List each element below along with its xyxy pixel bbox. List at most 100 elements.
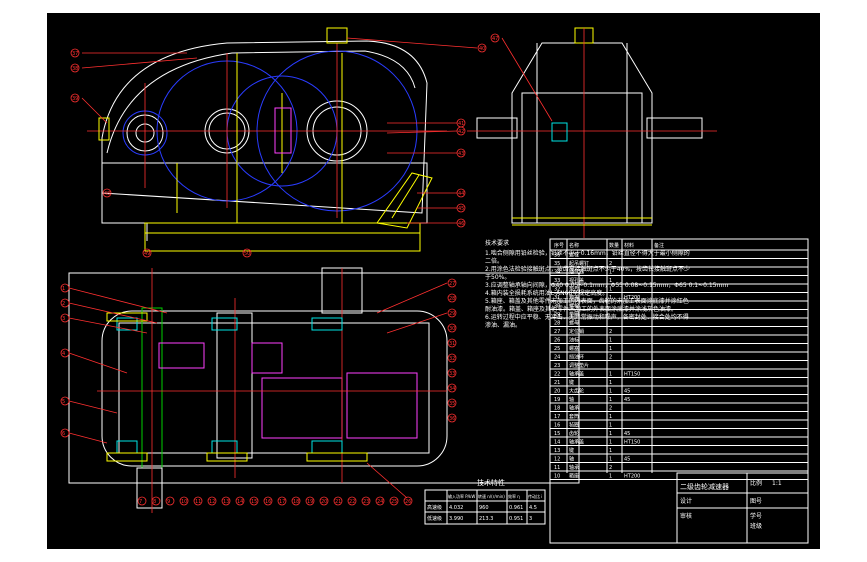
parts-cell: 螺塞 <box>569 345 579 352</box>
parts-cell: 螺栓 <box>569 252 579 259</box>
assembly-drawing: 37383940414243444546474849 50 1234567 8 9 10… <box>60 27 809 544</box>
parts-cell: 21 <box>554 380 560 386</box>
balloon-label-16: 16 <box>265 499 271 505</box>
parts-cell: 2 <box>609 329 612 335</box>
balloon-label-3: 3 <box>62 316 65 322</box>
parts-cell: 2 <box>609 406 612 412</box>
balloon-label-1: 1 <box>62 286 65 292</box>
balloon-label-44: 44 <box>458 191 464 197</box>
cad-canvas[interactable]: 37 38 39 40 41 42 43 44 45 46 47 48 49 50 1 2 3 4 5 6 7 8 9 10… <box>47 13 820 549</box>
balloon-label-45: 45 <box>458 206 464 212</box>
parts-cell: 套筒 <box>569 413 579 420</box>
parts-header-0: 序号 <box>554 242 564 249</box>
parts-cell: 齿轮 <box>569 430 579 437</box>
balloon-label-35: 35 <box>449 401 455 407</box>
title-designer-label: 设计 <box>680 497 692 505</box>
spec-r1-c2: 960 <box>479 505 489 511</box>
parts-cell: 11 <box>554 465 560 471</box>
parts-cell: 1 <box>609 414 612 420</box>
parts-cell: 1 <box>609 457 612 463</box>
spec-h4: 传动比 i <box>528 493 542 499</box>
parts-cell: 油标 <box>569 337 579 344</box>
parts-cell: 大齿轮 <box>569 388 584 395</box>
parts-cell: 箱盖 <box>569 294 579 301</box>
parts-cell: 挡油环 <box>569 354 584 361</box>
parts-cell: 1 <box>609 474 612 480</box>
parts-cell: 1 <box>609 346 612 352</box>
parts-cell: 调整垫片 <box>569 362 589 369</box>
parts-cell: 键 <box>569 379 574 386</box>
spec-r2-c2: 213.3 <box>479 516 493 522</box>
balloon-label-50: 50 <box>244 251 250 257</box>
parts-cell: 17 <box>554 414 560 420</box>
balloon-label-24: 24 <box>377 499 383 505</box>
balloon-label-2: 2 <box>62 301 65 307</box>
side-view <box>467 27 717 238</box>
parts-cell: 45 <box>624 389 630 395</box>
parts-cell: 轴承盖 <box>569 371 584 378</box>
title-checker-label: 审核 <box>680 512 692 520</box>
parts-cell: 2 <box>609 261 612 267</box>
parts-cell: 35 <box>554 261 560 267</box>
parts-header-3: 材料 <box>624 242 634 249</box>
parts-cell: 45 <box>624 397 630 403</box>
parts-cell: 1 <box>609 287 612 293</box>
parts-cell: 1 <box>609 440 612 446</box>
spec-r2-c1: 3.990 <box>449 516 463 522</box>
balloon-label-40: 40 <box>479 46 485 52</box>
balloon-label-18: 18 <box>293 499 299 505</box>
parts-cell: 31 <box>554 295 560 301</box>
parts-cell: 通气器 <box>569 269 584 276</box>
spec-r1-c1: 4.032 <box>449 505 463 511</box>
parts-cell: 29 <box>554 312 560 318</box>
spec-h1: 输入功率 P/kW <box>448 493 475 499</box>
balloon-label-5: 5 <box>62 399 65 405</box>
title-scale: 1:1 <box>772 480 782 487</box>
parts-cell: 螺栓 <box>569 303 579 310</box>
parts-cell: 1 <box>609 389 612 395</box>
balloon-label-27: 27 <box>449 281 455 287</box>
balloon-label-38: 38 <box>72 66 78 72</box>
parts-cell: 12 <box>554 457 560 463</box>
parts-cell: 10 <box>554 474 560 480</box>
balloon-label-15: 15 <box>251 499 257 505</box>
parts-cell: 23 <box>554 363 560 369</box>
spec-r1-c4: 4.5 <box>529 505 537 511</box>
notes-line-4: 于50%。 <box>485 274 510 281</box>
parts-cell: 毡圈 <box>569 422 579 429</box>
parts-header-1: 名称 <box>569 242 579 249</box>
balloon-label-10: 10 <box>181 499 187 505</box>
parts-cell: 18 <box>554 406 560 412</box>
balloon-label-31: 31 <box>449 341 455 347</box>
balloon-label-7: 7 <box>139 499 142 505</box>
balloon-label-46: 46 <box>458 221 464 227</box>
parts-header-2: 数量 <box>609 242 619 249</box>
parts-cell: 2 <box>609 465 612 471</box>
parts-cell: 螺母 <box>569 320 579 327</box>
balloon-label-42: 42 <box>458 129 464 135</box>
balloon-label-33: 33 <box>449 371 455 377</box>
balloon-label-17: 17 <box>279 499 285 505</box>
parts-cell: 1 <box>609 380 612 386</box>
parts-cell: 25 <box>554 346 560 352</box>
balloon-label-49: 49 <box>144 251 150 257</box>
parts-cell: 定位销 <box>569 328 584 335</box>
notes-heading: 技术要求 <box>485 239 509 247</box>
parts-cell: 2 <box>609 355 612 361</box>
spec-h2: 转速 n/(r/min) <box>478 493 505 499</box>
parts-cell: 15 <box>554 431 560 437</box>
balloon-label-9: 9 <box>167 499 170 505</box>
balloon-label-23: 23 <box>363 499 369 505</box>
notes-line-2: 二倍。 <box>485 257 503 265</box>
balloon-label-6: 6 <box>62 431 65 437</box>
parts-cell: 45 <box>624 431 630 437</box>
balloon-label-30: 30 <box>449 326 455 332</box>
balloon-label-39: 39 <box>72 96 78 102</box>
parts-cell: 26 <box>554 338 560 344</box>
parts-cell: 16 <box>554 423 560 429</box>
balloon-label-19: 19 <box>307 499 313 505</box>
parts-cell: 轴承 <box>569 464 579 471</box>
spec-table: 技术特性 输入功率 P/kW 转速 n/(r/min) 效率 η 传动比 i 高… <box>424 478 546 525</box>
balloon-label-22: 22 <box>349 499 355 505</box>
parts-cell: 20 <box>554 389 560 395</box>
